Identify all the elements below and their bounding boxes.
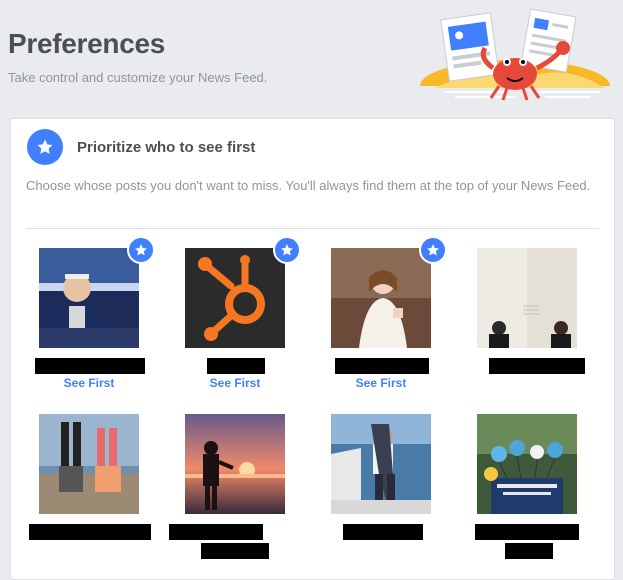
see-first-link[interactable]: See First	[11, 376, 167, 390]
crab-illustration	[415, 8, 615, 112]
person-tile[interactable]: See First	[11, 236, 157, 398]
person-tile[interactable]	[157, 414, 303, 564]
person-tile[interactable]	[449, 414, 595, 564]
see-first-star-badge	[273, 236, 301, 264]
profile-photo[interactable]	[39, 248, 139, 348]
person-tile[interactable]	[303, 414, 449, 564]
page-title: Preferences	[8, 28, 166, 59]
redacted-name	[29, 524, 151, 540]
person-tile[interactable]: See First	[157, 236, 303, 398]
profile-photo[interactable]	[331, 414, 431, 514]
redacted-name	[201, 543, 269, 559]
see-first-link[interactable]: See First	[157, 376, 313, 390]
redacted-name	[343, 524, 423, 540]
redacted-name	[475, 524, 579, 540]
person-tile[interactable]	[449, 248, 595, 398]
profile-photo[interactable]	[331, 248, 431, 348]
see-first-star-badge	[127, 236, 155, 264]
see-first-star-badge	[419, 236, 447, 264]
person-tile[interactable]: See First	[303, 236, 449, 398]
page-header: Preferences Take control and customize y…	[0, 0, 623, 118]
see-first-link[interactable]: See First	[303, 376, 459, 390]
person-tile[interactable]	[11, 414, 157, 564]
people-grid: See First See First See First	[11, 119, 614, 579]
redacted-name	[335, 358, 429, 374]
profile-photo[interactable]	[185, 414, 285, 514]
see-first-card: Prioritize who to see first Choose whose…	[10, 118, 615, 580]
redacted-name	[505, 543, 553, 559]
profile-photo[interactable]	[185, 248, 285, 348]
profile-photo[interactable]	[477, 414, 577, 514]
redacted-name	[489, 358, 585, 374]
page-subtitle: Take control and customize your News Fee…	[8, 70, 268, 85]
profile-photo[interactable]	[39, 414, 139, 514]
redacted-name	[169, 524, 263, 540]
redacted-name	[207, 358, 265, 374]
redacted-name	[35, 358, 145, 374]
profile-photo[interactable]	[477, 248, 577, 348]
